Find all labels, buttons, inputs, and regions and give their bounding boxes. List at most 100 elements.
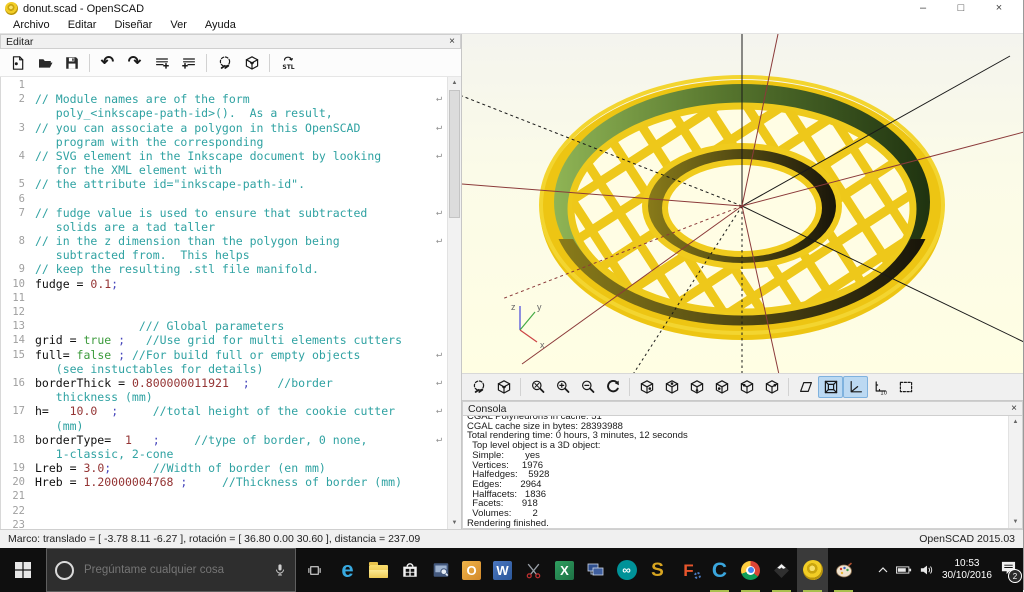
view-right-button[interactable] <box>634 376 659 398</box>
taskbar-app-outlook[interactable]: O <box>456 548 487 592</box>
taskbar-app-f-app[interactable]: F <box>673 548 704 592</box>
line-number: 4 <box>1 149 35 163</box>
taskbar-app-paint[interactable] <box>828 548 859 592</box>
save-file-button[interactable] <box>58 51 85 75</box>
microphone-icon[interactable] <box>273 563 287 577</box>
code-line: thickness (mm) <box>1 390 447 404</box>
taskbar-app-snipping-tool[interactable] <box>518 548 549 592</box>
scroll-up-icon[interactable]: ▲ <box>448 77 461 89</box>
taskbar-app-edge[interactable]: e <box>332 548 363 592</box>
windows-taskbar: e OWX ∞SFC 10:53 30/10/2016 <box>0 548 1023 592</box>
code-line: 15full= false ; //For build full or empt… <box>1 348 447 362</box>
3d-viewport[interactable]: z y x <box>462 34 1023 373</box>
new-file-button[interactable] <box>4 51 31 75</box>
view-top-button[interactable] <box>659 376 684 398</box>
zoom-out-button[interactable] <box>575 376 600 398</box>
close-button[interactable]: × <box>980 0 1018 17</box>
taskbar-app-cura[interactable]: C <box>704 548 735 592</box>
menu-ver[interactable]: Ver <box>161 17 196 33</box>
battery-icon[interactable] <box>896 565 912 575</box>
show-scale-markers-button[interactable]: 10 <box>868 376 893 398</box>
console-close-icon[interactable]: × <box>1011 402 1017 415</box>
axes-indicator: z y x <box>511 302 545 350</box>
taskbar-app-word[interactable]: W <box>487 548 518 592</box>
maximize-button[interactable]: □ <box>942 0 980 17</box>
editor-panel-title: Editar <box>6 36 33 48</box>
search-input[interactable] <box>82 563 265 577</box>
taskbar-app-sublime[interactable]: S <box>642 548 673 592</box>
menu-ayuda[interactable]: Ayuda <box>196 17 245 33</box>
taskbar-app-openscad[interactable] <box>797 548 828 592</box>
start-button[interactable] <box>0 548 46 592</box>
view-left-button[interactable] <box>709 376 734 398</box>
console-line: Halffacets: 1836 <box>467 490 1008 500</box>
redo-button[interactable]: ↷ <box>121 51 148 75</box>
axis-z-label: z <box>511 302 516 312</box>
toolbar-separator <box>788 378 789 396</box>
taskbar-app-remote-desktop[interactable] <box>425 548 456 592</box>
preview-button[interactable] <box>211 51 238 75</box>
show-axes-button[interactable] <box>843 376 868 398</box>
unindent-button[interactable] <box>148 51 175 75</box>
taskbar-app-excel[interactable]: X <box>549 548 580 592</box>
scroll-up-icon[interactable]: ▲ <box>1009 416 1022 428</box>
zoom-in-button[interactable] <box>550 376 575 398</box>
menu-disenar[interactable]: Diseñar <box>105 17 161 33</box>
toolbar-separator <box>269 54 270 72</box>
code-area[interactable]: 12// Module names are of the form↵ poly_… <box>1 77 447 529</box>
taskbar-app-inkscape[interactable] <box>766 548 797 592</box>
line-number: 6 <box>1 192 35 206</box>
editor-scrollbar[interactable]: ▲ ▼ <box>447 77 461 529</box>
taskbar-app-file-explorer[interactable] <box>363 548 394 592</box>
menu-archivo[interactable]: Archivo <box>4 17 59 33</box>
taskbar-app-chrome[interactable] <box>735 548 766 592</box>
reset-view-button[interactable] <box>600 376 625 398</box>
camera-status-text: Marco: translado = [ -3.78 8.11 -6.27 ],… <box>8 533 420 545</box>
taskbar-app-arduino[interactable]: ∞ <box>611 548 642 592</box>
perspective-button[interactable] <box>793 376 818 398</box>
console-scrollbar[interactable]: ▲ ▼ <box>1008 416 1022 528</box>
toolbar-separator <box>520 378 521 396</box>
view-front-button[interactable] <box>734 376 759 398</box>
orthogonal-button[interactable] <box>818 376 843 398</box>
menu-bar: ArchivoEditarDiseñarVerAyuda <box>0 17 1023 33</box>
cortana-search-box[interactable] <box>46 548 296 592</box>
line-number: 15 <box>1 348 35 362</box>
code-line: 1 <box>1 78 447 92</box>
taskbar-app-windows-store[interactable] <box>394 548 425 592</box>
export-stl-button[interactable]: STL <box>274 51 301 75</box>
minimize-button[interactable]: – <box>904 0 942 17</box>
view-back-button[interactable] <box>759 376 784 398</box>
task-view-button[interactable] <box>296 548 332 592</box>
edge-icon: e <box>341 559 353 581</box>
code-line: solids are a tad taller <box>1 220 447 234</box>
code-line: 12 <box>1 305 447 319</box>
render-button[interactable] <box>491 376 516 398</box>
toolbar-separator <box>89 54 90 72</box>
action-center-button[interactable]: 2 <box>1000 560 1017 580</box>
taskbar-apps: e OWX ∞SFC <box>332 548 859 592</box>
openscad-app-icon <box>5 2 18 15</box>
editor-scrollbar-thumb[interactable] <box>449 90 460 218</box>
show-hidden-icons-chevron[interactable] <box>878 567 888 573</box>
taskbar-app-network-computers[interactable] <box>580 548 611 592</box>
zoom-all-button[interactable] <box>525 376 550 398</box>
code-editor[interactable]: 12// Module names are of the form↵ poly_… <box>0 77 461 529</box>
indent-button[interactable] <box>175 51 202 75</box>
clock[interactable]: 10:53 30/10/2016 <box>942 558 992 582</box>
editor-close-icon[interactable]: × <box>449 35 455 48</box>
scroll-down-icon[interactable]: ▼ <box>448 517 461 529</box>
volume-icon[interactable] <box>920 564 934 576</box>
scroll-down-icon[interactable]: ▼ <box>1009 516 1022 528</box>
line-number: 1 <box>1 78 35 92</box>
view-all-button[interactable] <box>893 376 918 398</box>
arduino-icon: ∞ <box>617 560 637 580</box>
window-title: donut.scad - OpenSCAD <box>23 3 144 15</box>
code-line: 16borderThick = 0.800000011921 ; //borde… <box>1 376 447 390</box>
preview-button[interactable] <box>466 376 491 398</box>
menu-editar[interactable]: Editar <box>59 17 106 33</box>
render-button[interactable] <box>238 51 265 75</box>
view-bottom-button[interactable] <box>684 376 709 398</box>
undo-button[interactable]: ↶ <box>94 51 121 75</box>
open-file-button[interactable] <box>31 51 58 75</box>
